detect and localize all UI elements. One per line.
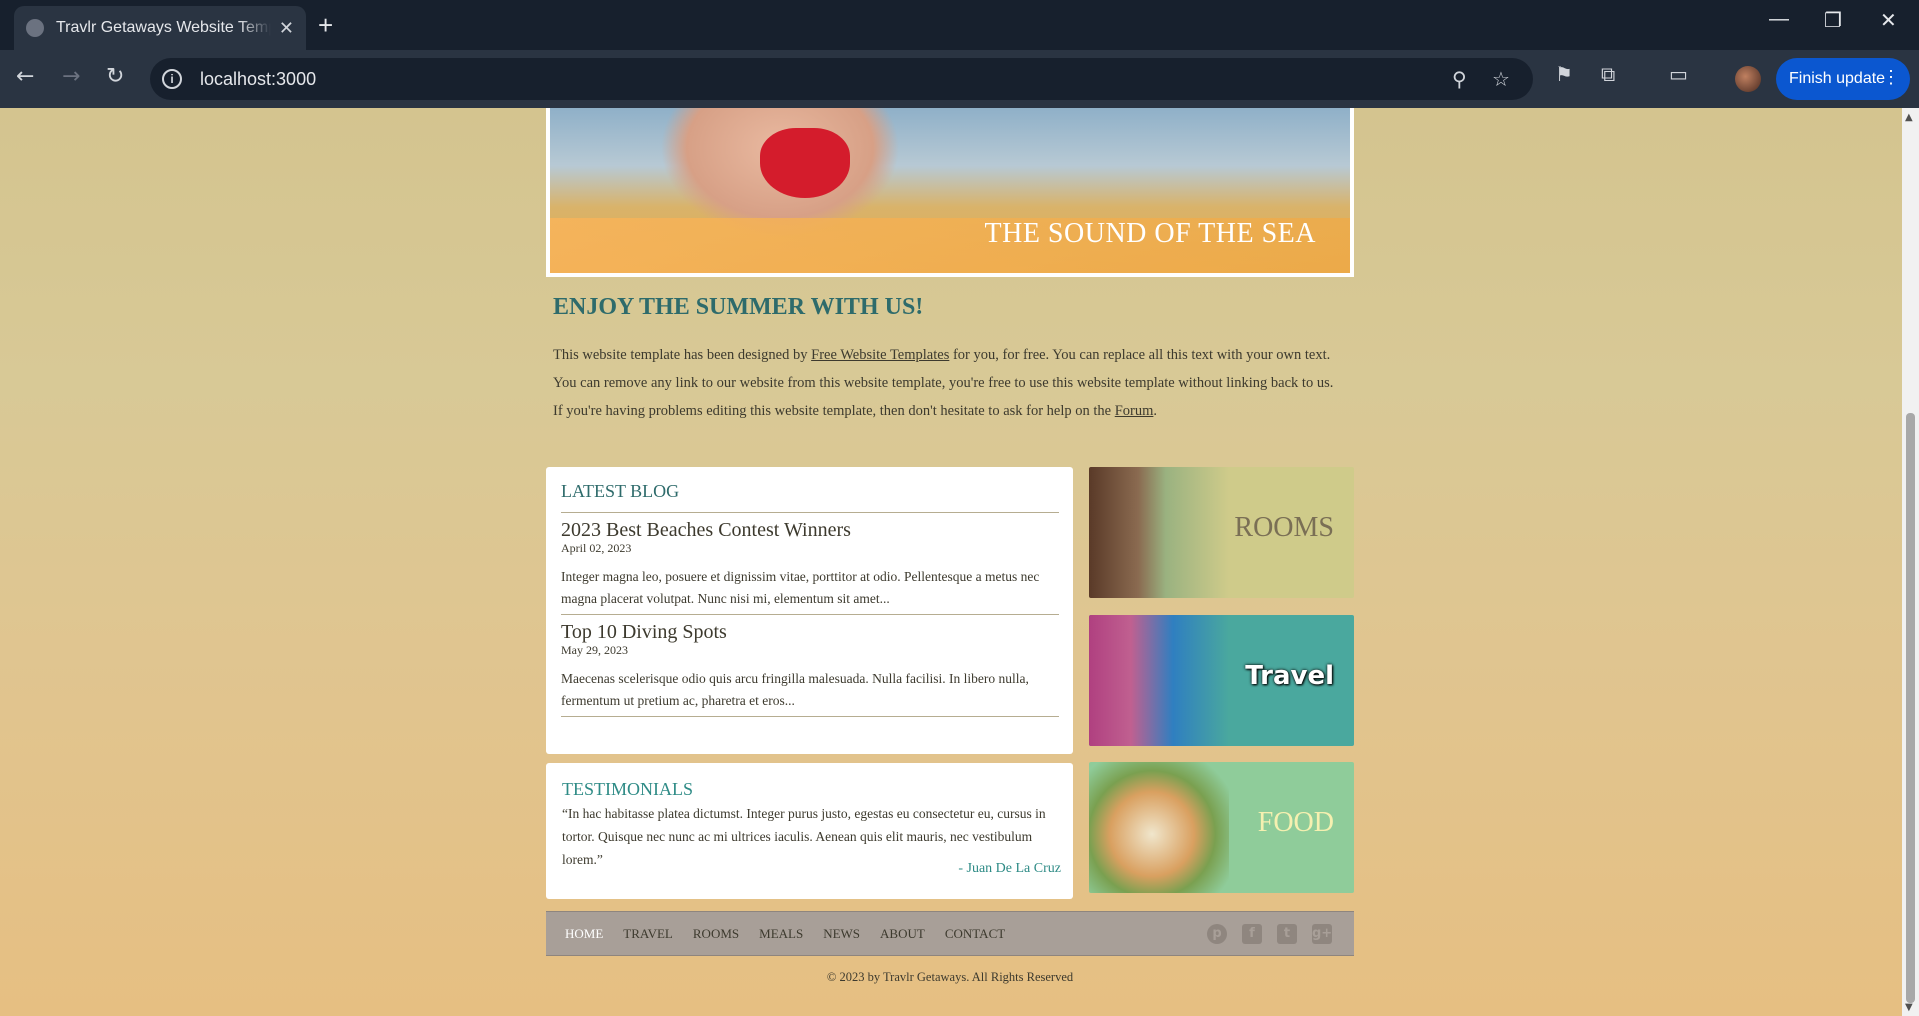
intro-text: This website template has been designed … <box>553 347 1334 419</box>
hero-caption: THE SOUND OF THE SEA <box>984 218 1316 249</box>
testimonials-title: TESTIMONIALS <box>562 779 693 799</box>
rooms-label: ROOMS <box>1234 512 1334 543</box>
scroll-down-icon[interactable]: ▼ <box>1905 1002 1913 1013</box>
new-tab-button[interactable]: + <box>318 10 333 41</box>
rooms-image <box>1089 467 1229 598</box>
rooms-tile[interactable]: ROOMS <box>1089 467 1354 598</box>
copyright: © 2023 by Travlr Getaways. All Rights Re… <box>826 970 1074 984</box>
scroll-up-icon[interactable]: ▲ <box>1905 112 1913 123</box>
google-plus-icon[interactable]: g+ <box>1312 924 1332 944</box>
zoom-icon[interactable]: ⚲ <box>1452 67 1467 91</box>
nav-about[interactable]: ABOUT <box>880 926 925 942</box>
free-website-templates-link[interactable]: Free Website Templates <box>811 347 949 363</box>
restore-button[interactable]: ❐ <box>1824 8 1842 33</box>
pinterest-icon[interactable]: p <box>1207 924 1227 944</box>
intro-title: ENJOY THE SUMMER WITH US! <box>553 294 924 320</box>
nav-news[interactable]: NEWS <box>823 926 860 942</box>
browser-toolbar: ← → ↻ i localhost:3000 ⚲ ☆ ⚑ ⧉ ▭ <box>0 50 1919 108</box>
site-info-icon[interactable]: i <box>162 69 182 89</box>
tab-search-icon[interactable]: ▭ <box>1669 62 1688 86</box>
browser-tab[interactable]: Travlr Getaways Website Template ✕ <box>14 6 306 50</box>
tab-close-icon[interactable]: ✕ <box>279 18 294 39</box>
browser-titlebar: Travlr Getaways Website Template ✕ + — ❐… <box>0 0 1919 50</box>
blog-post-date: April 02, 2023 <box>561 541 632 555</box>
nav-meals[interactable]: MEALS <box>759 926 803 942</box>
back-icon[interactable]: ← <box>16 64 34 89</box>
testimonial-author: - Juan De La Cruz <box>958 861 1061 876</box>
reload-icon[interactable]: ↻ <box>106 64 124 89</box>
bookmark-star-icon[interactable]: ☆ <box>1492 67 1510 91</box>
blog-post-excerpt: Maecenas scelerisque odio quis arcu frin… <box>561 671 1029 708</box>
minimize-button[interactable]: — <box>1769 8 1789 31</box>
globe-icon <box>26 19 44 37</box>
facebook-icon[interactable]: f <box>1242 924 1262 944</box>
blog-post-title[interactable]: Top 10 Diving Spots <box>561 621 1059 643</box>
blog-title: LATEST BLOG <box>561 481 1059 513</box>
blog-post-title[interactable]: 2023 Best Beaches Contest Winners <box>561 519 1059 541</box>
address-bar[interactable]: i localhost:3000 ⚲ ☆ <box>150 58 1533 100</box>
blog-post: Top 10 Diving Spots May 29, 2023 Maecena… <box>561 615 1059 717</box>
nav-home[interactable]: HOME <box>565 926 603 942</box>
forward-icon[interactable]: → <box>62 64 80 89</box>
blog-post-date: May 29, 2023 <box>561 643 628 657</box>
finish-update-button[interactable]: Finish update ⋮ <box>1776 58 1910 100</box>
travel-label: Travel <box>1245 661 1334 691</box>
testimonials-panel: TESTIMONIALS “In hac habitasse platea di… <box>546 763 1073 899</box>
nav-travel[interactable]: TRAVEL <box>623 926 673 942</box>
url-text[interactable]: localhost:3000 <box>200 69 316 90</box>
nav-contact[interactable]: CONTACT <box>945 926 1005 942</box>
puzzle-icon[interactable]: ⧉ <box>1601 62 1615 86</box>
finish-update-label: Finish update <box>1789 70 1886 87</box>
latest-blog-panel: LATEST BLOG 2023 Best Beaches Contest Wi… <box>546 467 1073 754</box>
blog-post: 2023 Best Beaches Contest Winners April … <box>561 513 1059 615</box>
page-scrollbar[interactable]: ▲ ▼ <box>1902 108 1919 1016</box>
travel-image <box>1089 615 1229 746</box>
twitter-icon[interactable]: t <box>1277 924 1297 944</box>
close-window-button[interactable]: ✕ <box>1880 8 1897 33</box>
blog-post-excerpt: Integer magna leo, posuere et dignissim … <box>561 569 1040 606</box>
page-viewport: THE SOUND OF THE SEA ENJOY THE SUMMER WI… <box>0 108 1902 1016</box>
food-tile[interactable]: FOOD <box>1089 762 1354 893</box>
hero-banner: THE SOUND OF THE SEA <box>546 108 1354 277</box>
travel-tile[interactable]: Travel <box>1089 615 1354 746</box>
extension-icon[interactable]: ⚑ <box>1555 62 1573 86</box>
food-label: FOOD <box>1257 807 1334 838</box>
scrollbar-thumb[interactable] <box>1906 413 1915 1003</box>
tab-title: Travlr Getaways Website Template <box>56 19 271 36</box>
forum-link[interactable]: Forum <box>1115 403 1154 419</box>
hero-image: THE SOUND OF THE SEA <box>550 108 1350 273</box>
footer-nav: HOME TRAVEL ROOMS MEALS NEWS ABOUT CONTA… <box>546 911 1354 956</box>
more-menu-icon[interactable]: ⋮ <box>1882 67 1900 88</box>
nav-rooms[interactable]: ROOMS <box>693 926 739 942</box>
profile-avatar[interactable] <box>1735 66 1761 92</box>
food-image <box>1089 762 1229 893</box>
